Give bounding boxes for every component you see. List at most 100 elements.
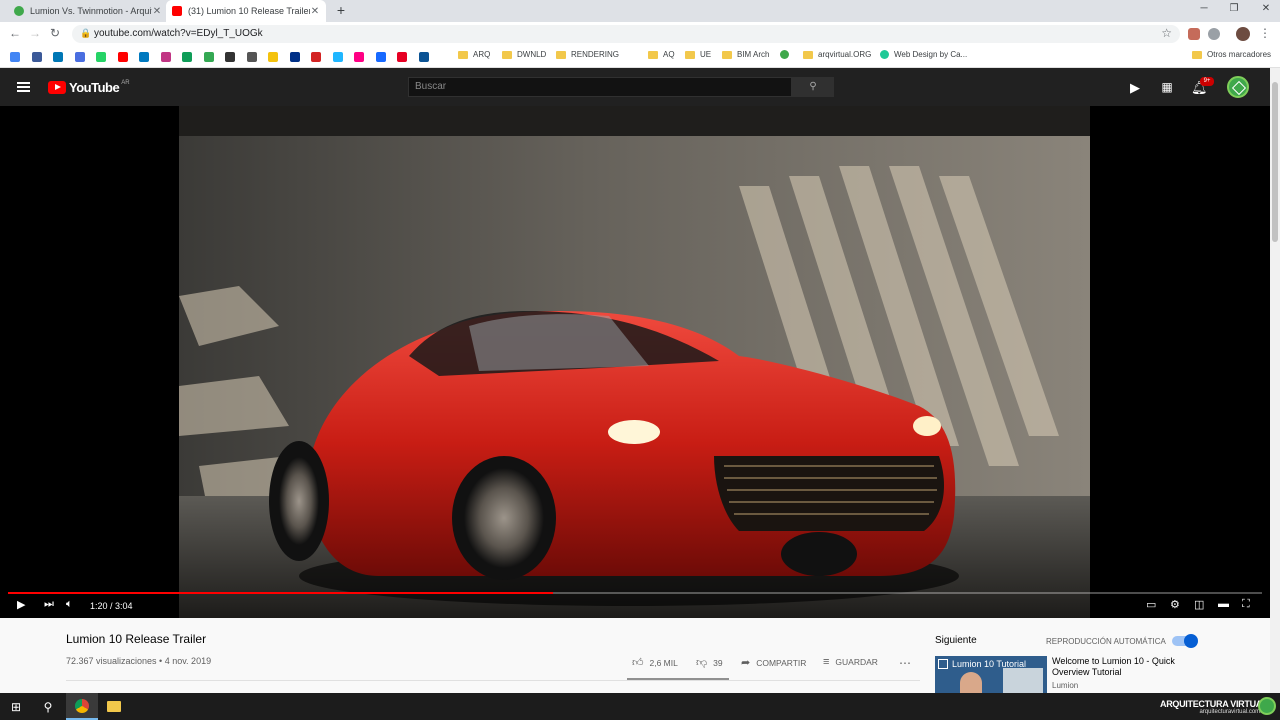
progress-bar-played — [8, 592, 554, 594]
bookmark-star-icon[interactable]: ☆ — [1161, 26, 1172, 40]
bookmark-other-bookmarks[interactable]: Otros marcadores — [1192, 50, 1271, 59]
bookmark-arqvirtual-logo[interactable] — [780, 50, 794, 59]
scrollbar-thumb[interactable] — [1272, 82, 1278, 242]
close-window-button[interactable]: ✕ — [1256, 3, 1276, 14]
apps-grid-icon[interactable]: ▦ — [1159, 80, 1175, 94]
browser-toolbar: ← → ↻ 🔒 youtube.com/watch?v=EDyl_T_UOGk … — [0, 22, 1280, 46]
bookmark-folder-ue[interactable]: UE — [685, 50, 711, 59]
chrome-taskbar-icon[interactable] — [66, 693, 98, 720]
bookmark-site-icon[interactable] — [182, 52, 192, 62]
search-icon[interactable]: ⚲ — [32, 693, 64, 720]
bookmark-site-icon[interactable] — [332, 52, 343, 62]
bookmark-site-icon[interactable] — [289, 52, 300, 62]
folder-icon — [458, 50, 468, 59]
bookmark-site-icon[interactable] — [418, 52, 429, 62]
bookmark-site-icon[interactable] — [10, 52, 20, 62]
youtube-logo[interactable]: YouTube AR — [48, 80, 130, 95]
account-avatar[interactable] — [1227, 76, 1249, 98]
presenter-face — [960, 672, 982, 693]
bookmark-folder-rendering[interactable]: RENDERING — [556, 50, 619, 59]
bookmark-site-icon[interactable] — [53, 52, 63, 62]
new-tab-button[interactable]: + — [334, 2, 348, 18]
forward-arrow-icon[interactable]: → — [28, 26, 42, 40]
bookmark-site-icon[interactable] — [160, 52, 171, 62]
bookmark-web-design[interactable]: Web Design by Ca... — [880, 50, 967, 59]
next-video-thumbnail[interactable]: Lumion 10 Tutorial — [935, 656, 1047, 693]
bookmark-site-icon[interactable] — [268, 52, 278, 62]
bookmark-site-icon[interactable] — [31, 52, 42, 62]
volume-icon[interactable]: 🔈︎ — [66, 598, 73, 611]
autoplay-toggle[interactable] — [1172, 634, 1198, 648]
browser-menu-icon[interactable]: ⋮ — [1258, 26, 1272, 40]
close-tab-icon[interactable]: ✕ — [310, 6, 320, 17]
file-explorer-icon[interactable] — [98, 693, 130, 720]
bookmark-folder-arq[interactable]: ARQ — [458, 50, 490, 59]
video-title: Lumion 10 Release Trailer — [66, 632, 207, 646]
fullscreen-icon[interactable]: ⛶ — [1242, 598, 1250, 611]
bookmark-site-icon[interactable] — [375, 52, 386, 62]
youtube-favicon-icon — [172, 6, 182, 16]
address-bar[interactable]: 🔒 youtube.com/watch?v=EDyl_T_UOGk ☆ — [72, 25, 1180, 43]
dislike-button[interactable]: 👎︎ 39 — [696, 656, 723, 669]
folder-icon — [502, 50, 512, 59]
close-tab-icon[interactable]: ✕ — [152, 6, 162, 17]
minimize-button[interactable]: ─ — [1194, 3, 1214, 14]
lumion-logo-icon — [938, 659, 948, 669]
page-scrollbar[interactable] — [1270, 68, 1280, 693]
save-button[interactable]: ≡ GUARDAR — [823, 656, 878, 668]
url-text: youtube.com/watch?v=EDyl_T_UOGk — [94, 28, 263, 39]
bookmark-site-icon[interactable] — [139, 52, 149, 62]
next-video-channel[interactable]: Lumion — [1052, 681, 1078, 690]
bookmarks-bar: ARQ DWNLD RENDERING AQ UE BIM Arch arqvi… — [0, 46, 1280, 68]
progress-bar[interactable] — [8, 592, 1262, 594]
bookmark-site-icon[interactable] — [117, 52, 128, 62]
reload-icon[interactable]: ↻ — [48, 26, 62, 40]
bookmark-site-icon[interactable] — [354, 52, 364, 62]
share-arrow-icon: ➦ — [741, 657, 751, 669]
play-button[interactable]: ▶ — [17, 598, 25, 611]
browser-tab-lumion-vs-twinmotion[interactable]: Lumion Vs. Twinmotion - Arquitec ✕ — [8, 0, 168, 22]
search-input[interactable]: Buscar — [408, 77, 792, 97]
bookmark-folder-bim-arch[interactable]: BIM Arch — [722, 50, 769, 59]
extension-cloud-icon[interactable] — [1208, 28, 1220, 40]
bookmark-site-icon[interactable] — [397, 52, 407, 62]
profile-avatar-icon[interactable] — [1236, 27, 1250, 41]
windows-start-icon[interactable]: ⊞ — [0, 693, 32, 720]
browser-tab-strip: Lumion Vs. Twinmotion - Arquitec ✕ (31) … — [0, 0, 1280, 22]
bookmark-folder-arqvirtual-org[interactable]: arqvirtual.ORG — [803, 50, 871, 59]
next-video-icon[interactable]: ⏭ — [44, 598, 54, 611]
share-button[interactable]: ➦ COMPARTIR — [741, 656, 806, 669]
autoplay-label: REPRODUCCIÓN AUTOMÁTICA — [1046, 637, 1166, 646]
back-arrow-icon[interactable]: ← — [8, 26, 22, 40]
more-actions-button[interactable]: ⋯ — [899, 656, 917, 670]
restore-button[interactable]: ❐ — [1224, 3, 1244, 14]
bookmark-folder-aq[interactable]: AQ — [648, 50, 675, 59]
bookmark-site-icon[interactable] — [96, 52, 106, 62]
bookmark-site-icon[interactable] — [74, 52, 85, 62]
browser-tab-youtube[interactable]: (31) Lumion 10 Release Trailer - Y ✕ — [166, 0, 326, 22]
video-player[interactable]: ▶ ⏭ 🔈︎ 1:20 / 3:04 ▭ ⚙ ◫ ▬ ⛶ — [0, 106, 1270, 618]
search-button[interactable]: ⚲ — [792, 77, 834, 97]
screenshot-inset — [1003, 668, 1043, 693]
theater-mode-icon[interactable]: ▬ — [1218, 598, 1229, 610]
watermark-logo-icon — [1258, 697, 1276, 715]
like-button[interactable]: 👍︎ 2,6 MIL — [632, 656, 678, 669]
folder-icon — [803, 50, 813, 59]
next-video-title[interactable]: Welcome to Lumion 10 - Quick Overview Tu… — [1052, 656, 1202, 678]
settings-gear-icon[interactable]: ⚙ — [1170, 598, 1180, 611]
tab-title: Lumion Vs. Twinmotion - Arquitec — [30, 6, 152, 16]
folder-icon — [1192, 50, 1202, 59]
bookmark-folder-dwnld[interactable]: DWNLD — [502, 50, 546, 59]
bookmark-site-icon[interactable] — [225, 52, 235, 62]
extension-pdf-icon[interactable] — [1188, 28, 1200, 40]
bookmark-site-icon[interactable] — [311, 52, 321, 62]
subtitles-icon[interactable]: ▭ — [1146, 598, 1156, 611]
search-icon: ⚲ — [809, 81, 817, 92]
bookmark-site-icon[interactable] — [246, 52, 257, 62]
site-favicon-icon — [14, 6, 24, 16]
create-video-icon[interactable]: ▶ — [1127, 80, 1143, 96]
miniplayer-icon[interactable]: ◫ — [1194, 598, 1204, 611]
bookmark-site-icon[interactable] — [203, 52, 214, 62]
hamburger-menu-icon[interactable] — [17, 82, 30, 92]
video-frame — [179, 106, 1090, 618]
